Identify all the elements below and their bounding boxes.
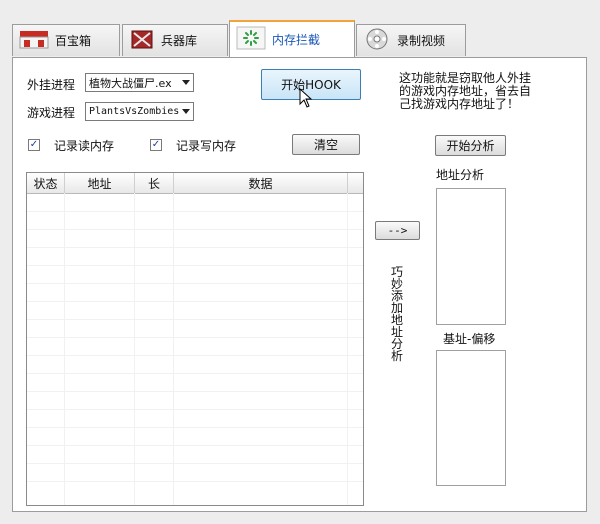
plugin-process-value: 植物大战僵尸.ex (89, 76, 172, 90)
weapon-icon (129, 28, 155, 53)
smart-add-label: 巧妙添加地址分析 (390, 265, 403, 363)
start-analysis-button[interactable]: 开始分析 (435, 135, 506, 156)
record-read-label: 记录读内存 (54, 139, 115, 153)
tab-label: 内存拦截 (272, 33, 321, 47)
tab-treasure-box[interactable]: 百宝箱 (12, 24, 120, 56)
plugin-process-select[interactable]: 植物大战僵尸.ex (85, 73, 194, 92)
column-status[interactable]: 状态 (27, 173, 65, 193)
tab-label: 录制视频 (397, 34, 446, 48)
tab-bar: 百宝箱 兵器库 内存拦截 录制视频 (0, 18, 600, 58)
clear-button[interactable]: 清空 (292, 134, 360, 155)
intercept-list-header: 状态 地址 长 数据 (27, 173, 363, 194)
column-data[interactable]: 数据 (174, 173, 348, 193)
plugin-process-label: 外挂进程 (27, 78, 76, 92)
transfer-arrow-button[interactable]: --> (375, 221, 420, 240)
clear-label: 清空 (313, 138, 338, 152)
column-address[interactable]: 地址 (65, 173, 135, 193)
main-window: 百宝箱 兵器库 内存拦截 录制视频 外挂进程 植物大战僵尸.ex 游戏进程 Pl… (0, 0, 600, 524)
tab-memory-intercept[interactable]: 内存拦截 (229, 20, 355, 57)
address-analysis-label: 地址分析 (436, 168, 485, 182)
chevron-down-icon (182, 80, 190, 85)
record-read-checkbox[interactable]: ✓ (28, 139, 40, 151)
game-process-select[interactable]: PlantsVsZombies (85, 102, 194, 121)
intercept-list[interactable]: 状态 地址 长 数据 (26, 172, 364, 506)
treasure-chest-icon (19, 29, 49, 52)
memory-intercept-panel: 外挂进程 植物大战僵尸.ex 游戏进程 PlantsVsZombies 开始HO… (12, 57, 587, 512)
game-process-label: 游戏进程 (27, 106, 76, 120)
base-offset-list[interactable] (436, 350, 506, 486)
transfer-arrow-label: --> (387, 224, 408, 237)
mouse-cursor-icon (299, 87, 313, 111)
address-analysis-list[interactable] (436, 188, 506, 325)
video-reel-icon (363, 27, 391, 54)
start-analysis-label: 开始分析 (446, 139, 495, 153)
description-text: 这功能就是窃取他人外挂的游戏内存地址，省去自己找游戏内存地址了！ (399, 71, 532, 111)
record-write-checkbox[interactable]: ✓ (150, 139, 162, 151)
tab-record-video[interactable]: 录制视频 (356, 24, 466, 56)
loading-spinner-icon (236, 26, 266, 53)
tab-label: 兵器库 (161, 34, 198, 48)
game-process-value: PlantsVsZombies (89, 106, 180, 117)
tab-arsenal[interactable]: 兵器库 (122, 24, 228, 56)
tab-label: 百宝箱 (55, 34, 92, 48)
chevron-down-icon (182, 109, 190, 114)
record-write-label: 记录写内存 (176, 139, 237, 153)
column-length[interactable]: 长 (135, 173, 174, 193)
base-offset-label: 基址-偏移 (443, 332, 496, 346)
